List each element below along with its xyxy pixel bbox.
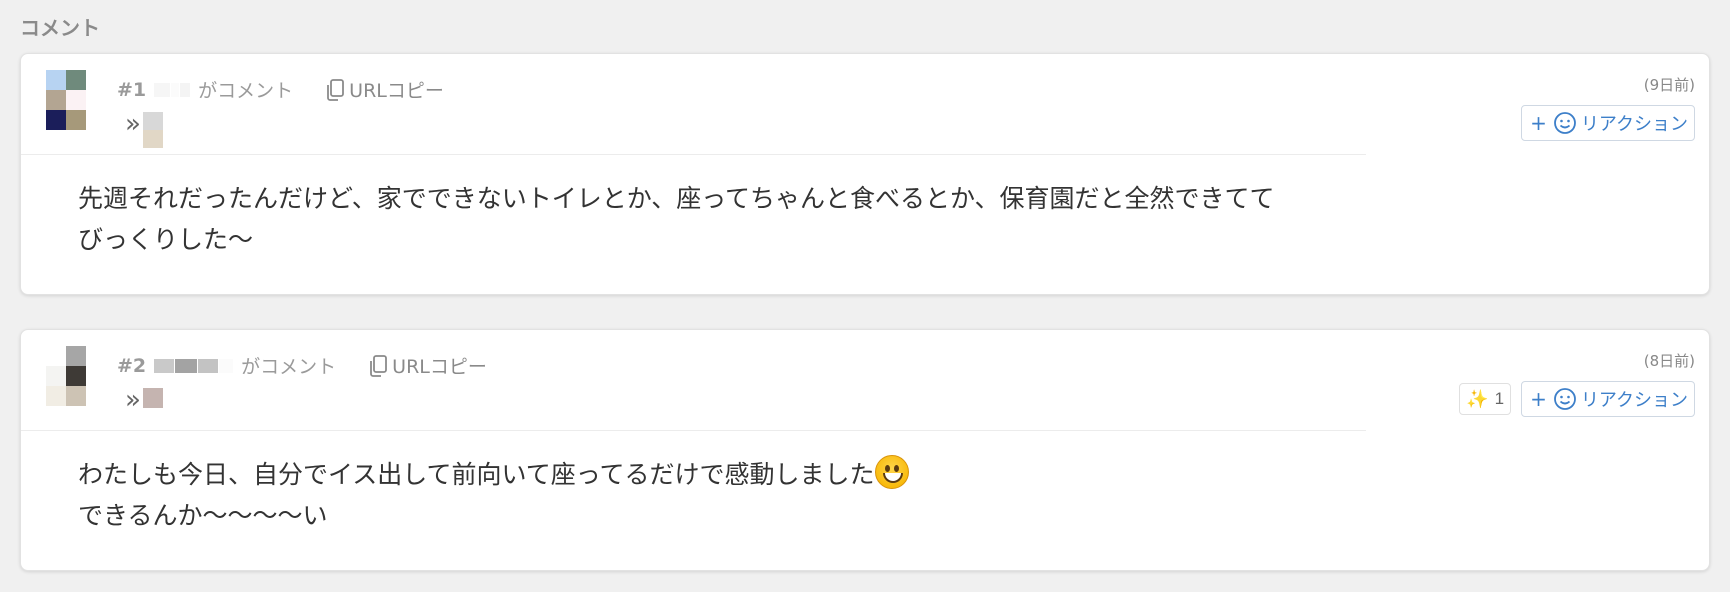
commenter-name[interactable] [154, 81, 191, 99]
comment-meta: #2 がコメント URLコピー [117, 352, 487, 379]
comment-number: #2 [117, 354, 147, 377]
add-reaction-button[interactable]: + リアクション [1521, 381, 1695, 417]
comment-timestamp: (8日前) [1643, 352, 1695, 370]
avatar[interactable] [46, 70, 86, 130]
copy-icon [327, 78, 345, 101]
reaction-actions: ✨ 1 + リアクション [1459, 381, 1695, 417]
reply-target: » [117, 385, 163, 415]
comment-body-line1: わたしも今日、自分でイス出して前向いて座ってるだけで感動しました [78, 460, 875, 489]
comment-body-line2: できるんか〜〜〜〜い [78, 501, 328, 530]
comment-number: #1 [117, 78, 147, 101]
plus-icon: + [1530, 111, 1547, 135]
comment-card: #1 がコメント URLコピー » (9日前) + リアクション 先週それだった… [20, 53, 1710, 295]
grinning-face-icon [874, 455, 909, 489]
comment-body: わたしも今日、自分でイス出して前向いて座ってるだけで感動しました できるんか〜〜… [78, 454, 1338, 536]
reply-avatar[interactable] [142, 112, 163, 148]
section-title: コメント [20, 16, 100, 40]
avatar[interactable] [46, 346, 86, 406]
divider [21, 430, 1366, 431]
sparkle-reaction-button[interactable]: ✨ 1 [1459, 383, 1512, 415]
comment-card: #2 がコメント URLコピー » (8日前) ✨ 1 + リアクション わたし… [20, 329, 1710, 571]
sparkles-icon: ✨ [1466, 388, 1489, 409]
comment-meta: #1 がコメント URLコピー [117, 76, 444, 103]
comment-body: 先週それだったんだけど、家でできないトイレとか、座ってちゃんと食べるとか、保育園… [78, 184, 1275, 254]
url-copy-label: URLコピー [392, 356, 487, 378]
commenter-name[interactable] [154, 357, 234, 375]
add-reaction-button[interactable]: + リアクション [1521, 105, 1695, 141]
reaction-label: リアクション [1580, 114, 1688, 135]
url-copy-button[interactable]: URLコピー [368, 352, 487, 379]
comment-action-label: がコメント [241, 356, 337, 378]
reaction-label: リアクション [1580, 390, 1688, 411]
reply-arrow-icon: » [125, 109, 141, 139]
reaction-actions: + リアクション [1521, 105, 1695, 141]
comment-timestamp: (9日前) [1643, 76, 1695, 94]
reply-avatar[interactable] [142, 388, 163, 408]
smile-icon [1553, 112, 1576, 134]
smile-icon [1553, 388, 1576, 410]
url-copy-label: URLコピー [349, 80, 444, 102]
divider [21, 154, 1366, 155]
reply-target: » [117, 109, 163, 148]
copy-icon [370, 354, 388, 377]
comment-action-label: がコメント [198, 80, 294, 102]
reply-arrow-icon: » [125, 385, 141, 415]
plus-icon: + [1530, 387, 1547, 411]
sparkle-count: 1 [1494, 389, 1505, 408]
url-copy-button[interactable]: URLコピー [325, 76, 444, 103]
